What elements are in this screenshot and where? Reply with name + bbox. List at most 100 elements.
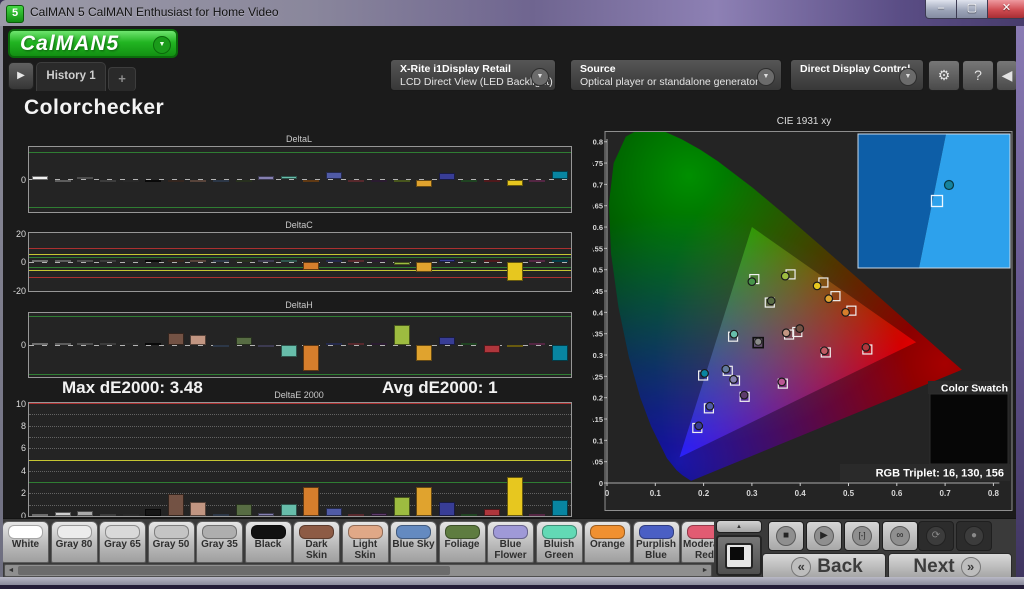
- axis-tick: -20: [4, 286, 26, 296]
- swatch-button-blue-flower[interactable]: Blue Flower: [487, 521, 534, 563]
- bar-gray-80: [55, 343, 71, 345]
- scroll-right-icon[interactable]: ►: [699, 565, 711, 576]
- single-measure-button[interactable]: [-]: [844, 521, 880, 551]
- history-nav-button[interactable]: ▶: [8, 62, 34, 90]
- svg-text:0.4: 0.4: [795, 489, 807, 498]
- back-label: Back: [817, 556, 862, 577]
- swatch-button-gray-35[interactable]: Gray 35: [196, 521, 243, 563]
- window-title: CalMAN 5 CalMAN Enthusiast for Home Vide…: [30, 5, 279, 19]
- swatch-label: Gray 50: [150, 539, 193, 550]
- svg-text:0.7: 0.7: [593, 180, 603, 189]
- svg-text:0.55: 0.55: [592, 244, 603, 253]
- scrollbar-thumb[interactable]: [18, 566, 450, 575]
- swatch-label: Gray 65: [101, 539, 144, 550]
- display-control-name: Direct Display Control: [800, 63, 910, 75]
- close-button[interactable]: ✕: [987, 0, 1024, 19]
- svg-text:0.4: 0.4: [593, 308, 604, 317]
- bar-orange-yellow: [416, 487, 432, 516]
- bar-cyan: [552, 171, 568, 179]
- collapse-panel-button[interactable]: ◀: [996, 60, 1018, 91]
- app-logo[interactable]: CalMAN5 ▼: [8, 29, 178, 58]
- tab-history-1[interactable]: History 1: [36, 62, 106, 91]
- scroll-left-icon[interactable]: ◄: [5, 565, 17, 576]
- display-control-dropdown[interactable]: Direct Display Control ▼: [790, 59, 924, 91]
- swatch-button-purplish-blue[interactable]: Purplish Blue: [633, 521, 680, 563]
- measured-dot-green: [748, 278, 756, 286]
- bar-moderate-red: [348, 180, 364, 182]
- limit-line: [29, 257, 571, 258]
- title-bar[interactable]: 5 CalMAN 5 CalMAN Enthusiast for Home Vi…: [0, 0, 1024, 27]
- limit-line: [29, 460, 571, 461]
- swatch-label: Blue Sky: [392, 539, 435, 550]
- swatch-color: [687, 525, 714, 539]
- play-button[interactable]: ▶: [806, 521, 842, 551]
- bar-gray-50: [100, 180, 116, 182]
- logo-dropdown-icon[interactable]: ▼: [153, 36, 171, 54]
- bar-orange-yellow: [416, 180, 432, 188]
- refresh-button[interactable]: ⟳: [918, 521, 954, 551]
- display-control-status-bar: [791, 60, 795, 90]
- bar-yellow-green: [394, 180, 410, 183]
- limit-line: [29, 403, 571, 404]
- bar-foliage: [236, 337, 252, 345]
- next-button[interactable]: Next»: [888, 553, 1012, 580]
- chevron-down-icon[interactable]: ▼: [531, 68, 549, 86]
- swatch-button-gray-65[interactable]: Gray 65: [99, 521, 146, 563]
- measured-dot-purple: [740, 391, 748, 399]
- svg-text:0.3: 0.3: [746, 489, 758, 498]
- swatch-color: [348, 525, 383, 539]
- add-tab-button[interactable]: +: [108, 67, 136, 91]
- next-chevron-icon: »: [961, 557, 981, 577]
- bar-gray-65: [77, 343, 93, 345]
- bar-gray-65: [77, 511, 93, 516]
- swatch-button-orange[interactable]: Orange: [584, 521, 631, 563]
- swatch-button-dark-skin[interactable]: Dark Skin: [293, 521, 340, 563]
- source-dropdown[interactable]: Source Optical player or standalone gene…: [570, 59, 782, 91]
- record-button[interactable]: ●: [956, 521, 992, 551]
- maximize-button[interactable]: ▢: [956, 0, 988, 19]
- help-button[interactable]: ?: [962, 60, 994, 91]
- bar-yellow-green: [394, 497, 410, 516]
- stop-button[interactable]: ■: [768, 521, 804, 551]
- swatch-panel-up-button[interactable]: ▲: [716, 520, 762, 533]
- back-button[interactable]: «Back: [762, 553, 886, 580]
- axis-tick: 10: [4, 399, 26, 409]
- swatch-button-gray-50[interactable]: Gray 50: [148, 521, 195, 563]
- swatch-button-bluish-green[interactable]: Bluish Green: [536, 521, 583, 563]
- continuous-measure-button[interactable]: ∞: [882, 521, 918, 551]
- swatch-button-foliage[interactable]: Foliage: [439, 521, 486, 563]
- meter-dropdown[interactable]: X-Rite i1Display Retail LCD Direct View …: [390, 59, 556, 91]
- window-edge-bottom: [0, 577, 1024, 585]
- measured-dot-cyan: [701, 370, 709, 378]
- svg-text:0.8: 0.8: [988, 489, 1000, 498]
- play-icon: ▶: [814, 526, 834, 546]
- bar-orange: [303, 262, 319, 270]
- bar-blue: [439, 173, 455, 180]
- bar-gray-65: [77, 177, 93, 180]
- minimize-button[interactable]: –: [925, 0, 957, 19]
- swatch-button-white[interactable]: White: [2, 521, 49, 563]
- swatch-window-button[interactable]: [716, 535, 762, 576]
- swatch-button-blue-sky[interactable]: Blue Sky: [390, 521, 437, 563]
- bar-gray-35: [123, 260, 139, 262]
- swatch-scrollbar[interactable]: ◄ ►: [4, 564, 712, 577]
- bar-light-skin: [190, 335, 206, 345]
- swatch-button-moderate-red[interactable]: Moderate Red: [681, 521, 714, 563]
- bar-gray-35: [123, 514, 139, 516]
- swatch-button-light-skin[interactable]: Light Skin: [342, 521, 389, 563]
- desktop-strip: [0, 585, 1024, 589]
- swatch-button-gray-80[interactable]: Gray 80: [51, 521, 98, 563]
- swatch-button-black[interactable]: Black: [245, 521, 292, 563]
- chevron-down-icon[interactable]: ▼: [757, 68, 775, 86]
- bar-black: [145, 343, 161, 345]
- chevron-down-icon[interactable]: ▼: [899, 68, 917, 86]
- limit-line: [29, 374, 571, 375]
- bar-yellow-green: [394, 325, 410, 345]
- measured-dot-purplish-blue: [706, 402, 714, 410]
- chart-title-deltaC: DeltaC: [28, 220, 570, 230]
- settings-gear-button[interactable]: ⚙: [928, 60, 960, 91]
- source-mode: Optical player or standalone generator: [580, 76, 759, 88]
- meter-name: X-Rite i1Display Retail: [400, 63, 511, 75]
- cie-chart: CIE 1931 xy 00.10.20.30.40.50.60.70.800.…: [592, 114, 1016, 518]
- svg-text:0.25: 0.25: [592, 372, 603, 381]
